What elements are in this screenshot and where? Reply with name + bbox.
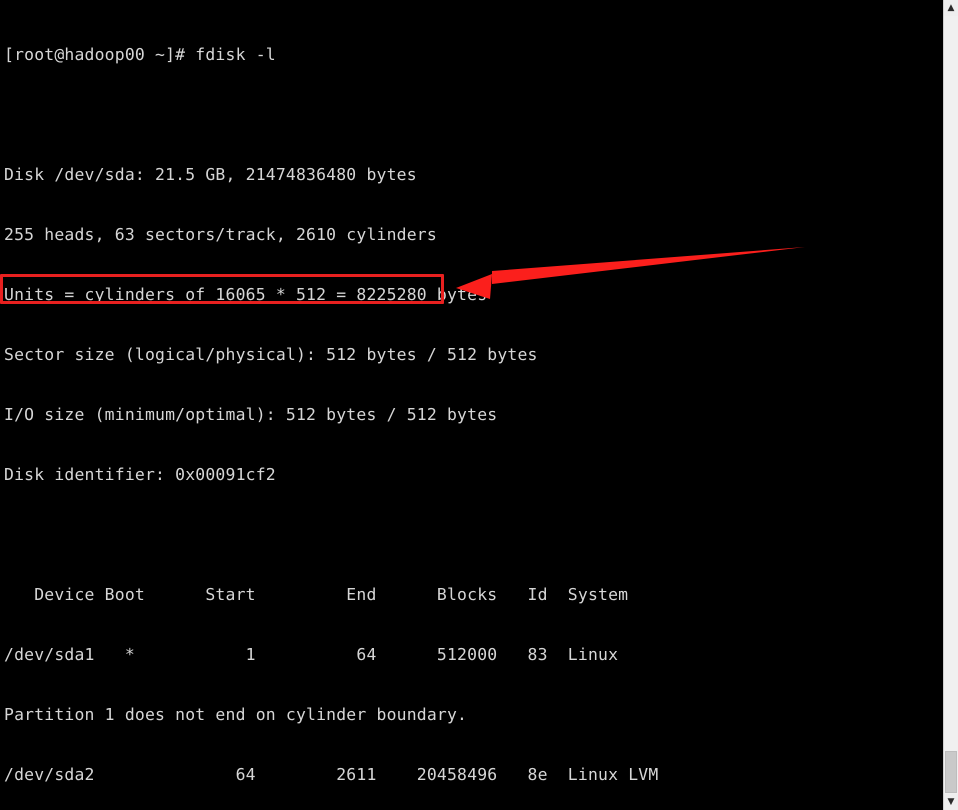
- terminal-line: 255 heads, 63 sectors/track, 2610 cylind…: [4, 225, 437, 244]
- terminal-line: [root@hadoop00 ~]# fdisk -l: [4, 45, 276, 64]
- terminal-line: Disk /dev/sda: 21.5 GB, 21474836480 byte…: [4, 165, 417, 184]
- terminal-line: Disk identifier: 0x00091cf2: [4, 465, 276, 484]
- terminal-line: Units = cylinders of 16065 * 512 = 82252…: [4, 285, 488, 304]
- terminal-line: Sector size (logical/physical): 512 byte…: [4, 345, 538, 364]
- partition-table-header: Device Boot Start End Blocks Id System: [4, 585, 629, 604]
- chevron-down-icon: ▼: [947, 796, 955, 807]
- partition-warning: Partition 1 does not end on cylinder bou…: [4, 705, 468, 724]
- partition-table-row: /dev/sda2 64 2611 20458496 8e Linux LVM: [4, 765, 659, 784]
- scroll-up-button[interactable]: ▲: [944, 0, 958, 16]
- terminal-line: I/O size (minimum/optimal): 512 bytes / …: [4, 405, 498, 424]
- scrollbar-thumb[interactable]: [945, 751, 957, 793]
- terminal-output: [root@hadoop00 ~]# fdisk -l Disk /dev/sd…: [4, 5, 658, 810]
- scrollbar-track[interactable]: [944, 16, 958, 794]
- partition-table-row: /dev/sda1 * 1 64 512000 83 Linux: [4, 645, 619, 664]
- chevron-up-icon: ▲: [947, 2, 955, 13]
- terminal-screen[interactable]: [root@hadoop00 ~]# fdisk -l Disk /dev/sd…: [0, 0, 943, 810]
- terminal-window: [root@hadoop00 ~]# fdisk -l Disk /dev/sd…: [0, 0, 958, 810]
- vertical-scrollbar[interactable]: ▲ ▼: [943, 0, 958, 810]
- scroll-down-button[interactable]: ▼: [944, 794, 958, 810]
